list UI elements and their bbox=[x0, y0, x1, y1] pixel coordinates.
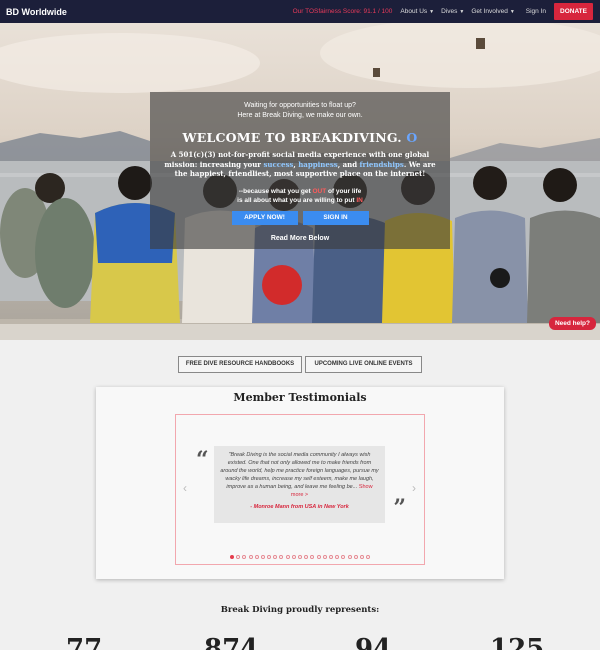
hero-title-logo-mark: O bbox=[406, 130, 418, 145]
carousel-dot[interactable] bbox=[254, 555, 259, 559]
resource-tabs: FREE DIVE RESOURCE HANDBOOKS UPCOMING LI… bbox=[178, 356, 422, 373]
carousel-dot[interactable] bbox=[279, 555, 284, 559]
tosfairness-score-link[interactable]: Our TOSfairness Score: 91.1 / 100 bbox=[293, 8, 393, 15]
hero-tagline-line2: Here at Break Diving, we make our own. bbox=[237, 112, 363, 119]
carousel-dot[interactable] bbox=[366, 555, 371, 559]
testimonial-slide: "Break Diving is the social media commun… bbox=[214, 446, 385, 523]
hero-because-part: of your life bbox=[326, 187, 362, 195]
carousel-dot[interactable] bbox=[310, 555, 315, 559]
hero-banner: Waiting for opportunities to float up? H… bbox=[0, 23, 600, 340]
hero-because-in: IN bbox=[356, 196, 363, 204]
testimonial-quote: "Break Diving is the social media commun… bbox=[220, 451, 379, 499]
hero-welcome-panel: Waiting for opportunities to float up? H… bbox=[150, 92, 450, 249]
brand-logo[interactable]: BD Worldwide bbox=[6, 7, 67, 17]
carousel-dot[interactable] bbox=[316, 555, 321, 559]
hero-title-text: WELCOME TO BREAKDIVING. bbox=[182, 130, 402, 145]
carousel-dot[interactable] bbox=[359, 555, 364, 559]
chevron-down-icon: ▼ bbox=[429, 8, 435, 15]
close-quote-icon: ” bbox=[393, 495, 406, 521]
carousel-dot[interactable] bbox=[291, 555, 296, 559]
apply-now-button[interactable]: APPLY NOW! bbox=[231, 210, 298, 225]
carousel-dot[interactable] bbox=[267, 555, 272, 559]
need-help-button[interactable]: Need help? bbox=[548, 317, 596, 330]
chevron-down-icon: ▼ bbox=[509, 8, 515, 15]
testimonials-title: Member Testimonials bbox=[233, 391, 367, 404]
carousel-dot[interactable] bbox=[335, 555, 340, 559]
nav-links: Our TOSfairness Score: 91.1 / 100 About … bbox=[293, 0, 600, 23]
hero-desc-success: success bbox=[263, 159, 294, 169]
carousel-dot[interactable] bbox=[328, 555, 333, 559]
hero-tagline-line1: Waiting for opportunities to float up? bbox=[244, 102, 356, 109]
hero-desc-friendships: friendships bbox=[359, 159, 404, 169]
carousel-indicators bbox=[176, 555, 424, 559]
carousel-dot[interactable] bbox=[285, 555, 290, 559]
hero-signin-button[interactable]: SIGN IN bbox=[302, 210, 369, 225]
testimonial-quote-text: "Break Diving is the social media commun… bbox=[220, 452, 379, 490]
tab-live-events[interactable]: UPCOMING LIVE ONLINE EVENTS bbox=[305, 356, 422, 373]
nav-signin-link[interactable]: Sign In bbox=[526, 8, 546, 15]
open-quote-icon: “ bbox=[196, 447, 209, 473]
stat-value: 94 bbox=[355, 636, 391, 650]
hero-because-text: --because what you get OUT of your life … bbox=[150, 187, 450, 205]
carousel-dot[interactable] bbox=[298, 555, 302, 559]
hero-because-out: OUT bbox=[312, 187, 327, 195]
donate-button[interactable]: DONATE bbox=[554, 3, 593, 20]
tab-dive-handbooks[interactable]: FREE DIVE RESOURCE HANDBOOKS bbox=[178, 356, 302, 373]
carousel-prev-icon[interactable]: ‹ bbox=[183, 481, 187, 495]
carousel-dot[interactable] bbox=[353, 555, 358, 559]
carousel-dot[interactable] bbox=[229, 555, 234, 559]
hero-cta-row: APPLY NOW! SIGN IN bbox=[150, 210, 450, 225]
carousel-dot[interactable] bbox=[236, 555, 241, 559]
carousel-dot[interactable] bbox=[347, 555, 352, 559]
hero-tagline: Waiting for opportunities to float up? H… bbox=[150, 101, 450, 121]
testimonials-card: Member Testimonials ‹ “ "Break Diving is… bbox=[96, 387, 504, 579]
hero-desc-part: , and bbox=[337, 159, 360, 169]
carousel-dot[interactable] bbox=[322, 555, 327, 559]
testimonial-carousel: ‹ “ "Break Diving is the social media co… bbox=[175, 414, 425, 565]
carousel-dot[interactable] bbox=[242, 555, 247, 559]
top-navbar: BD Worldwide Our TOSfairness Score: 91.1… bbox=[0, 0, 600, 23]
nav-about-dropdown[interactable]: About Us ▼ bbox=[400, 8, 434, 15]
carousel-dot[interactable] bbox=[248, 555, 253, 559]
carousel-dot[interactable] bbox=[273, 555, 278, 559]
represents-heading: Break Diving proudly represents: bbox=[220, 605, 380, 615]
hero-desc-happiness: happiness bbox=[298, 159, 338, 169]
nav-dives-label: Dives bbox=[441, 8, 458, 15]
nav-involved-dropdown[interactable]: Get Involved ▼ bbox=[471, 8, 514, 15]
carousel-next-icon[interactable]: › bbox=[412, 481, 416, 495]
read-more-link[interactable]: Read More Below bbox=[150, 235, 450, 242]
nav-involved-label: Get Involved bbox=[471, 8, 508, 15]
nav-about-label: About Us bbox=[400, 8, 428, 15]
hero-title: WELCOME TO BREAKDIVING. O bbox=[150, 130, 450, 145]
hero-because-part: --because what you get bbox=[238, 187, 313, 195]
stat-value: 874 bbox=[204, 636, 258, 650]
chevron-down-icon: ▼ bbox=[459, 8, 465, 15]
hero-because-part: is all about what you are willing to put bbox=[237, 196, 357, 204]
testimonial-author: - Monroe Mann from USA in New York bbox=[250, 504, 349, 510]
carousel-dot[interactable] bbox=[341, 555, 346, 559]
stat-value: 77 bbox=[66, 636, 102, 650]
stat-value: 125 bbox=[490, 636, 544, 650]
hero-mission-text: A 501(c)(3) not-for-profit social media … bbox=[158, 150, 442, 179]
carousel-dot[interactable] bbox=[304, 555, 309, 559]
represents-stats: 77 874 94 125 bbox=[0, 636, 600, 650]
carousel-dot[interactable] bbox=[260, 555, 265, 559]
nav-dives-dropdown[interactable]: Dives ▼ bbox=[441, 8, 464, 15]
